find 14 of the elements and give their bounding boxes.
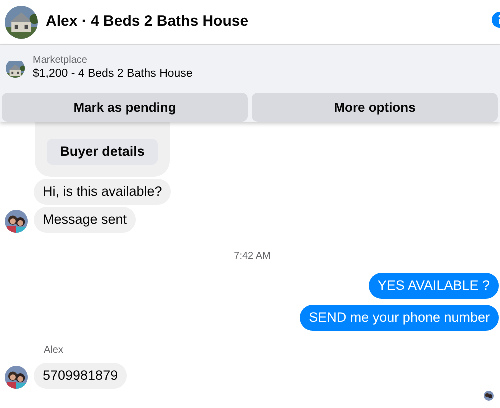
message-bubble: YES AVAILABLE ? — [368, 273, 499, 299]
message-bubble: Hi, is this available? — [34, 179, 172, 205]
buyer-details-button[interactable]: Buyer details — [47, 139, 158, 165]
timestamp: 7:42 AM — [234, 251, 271, 262]
listing-title: $1,200 - 4 Beds 2 Baths House — [33, 67, 193, 82]
message-bubble: SEND me your phone number — [300, 305, 499, 331]
read-receipt-icon — [484, 391, 494, 401]
sender-name: Alex — [44, 345, 64, 356]
conversation-title: Alex · 4 Beds 2 Baths House — [46, 12, 249, 32]
message-bubble: Message sent — [34, 207, 136, 233]
listing-source: Marketplace — [33, 54, 88, 67]
action-button[interactable]: More options — [252, 93, 498, 122]
action-button[interactable]: Mark as pending — [2, 93, 248, 122]
message-bubble: 5709981879 — [34, 363, 128, 389]
